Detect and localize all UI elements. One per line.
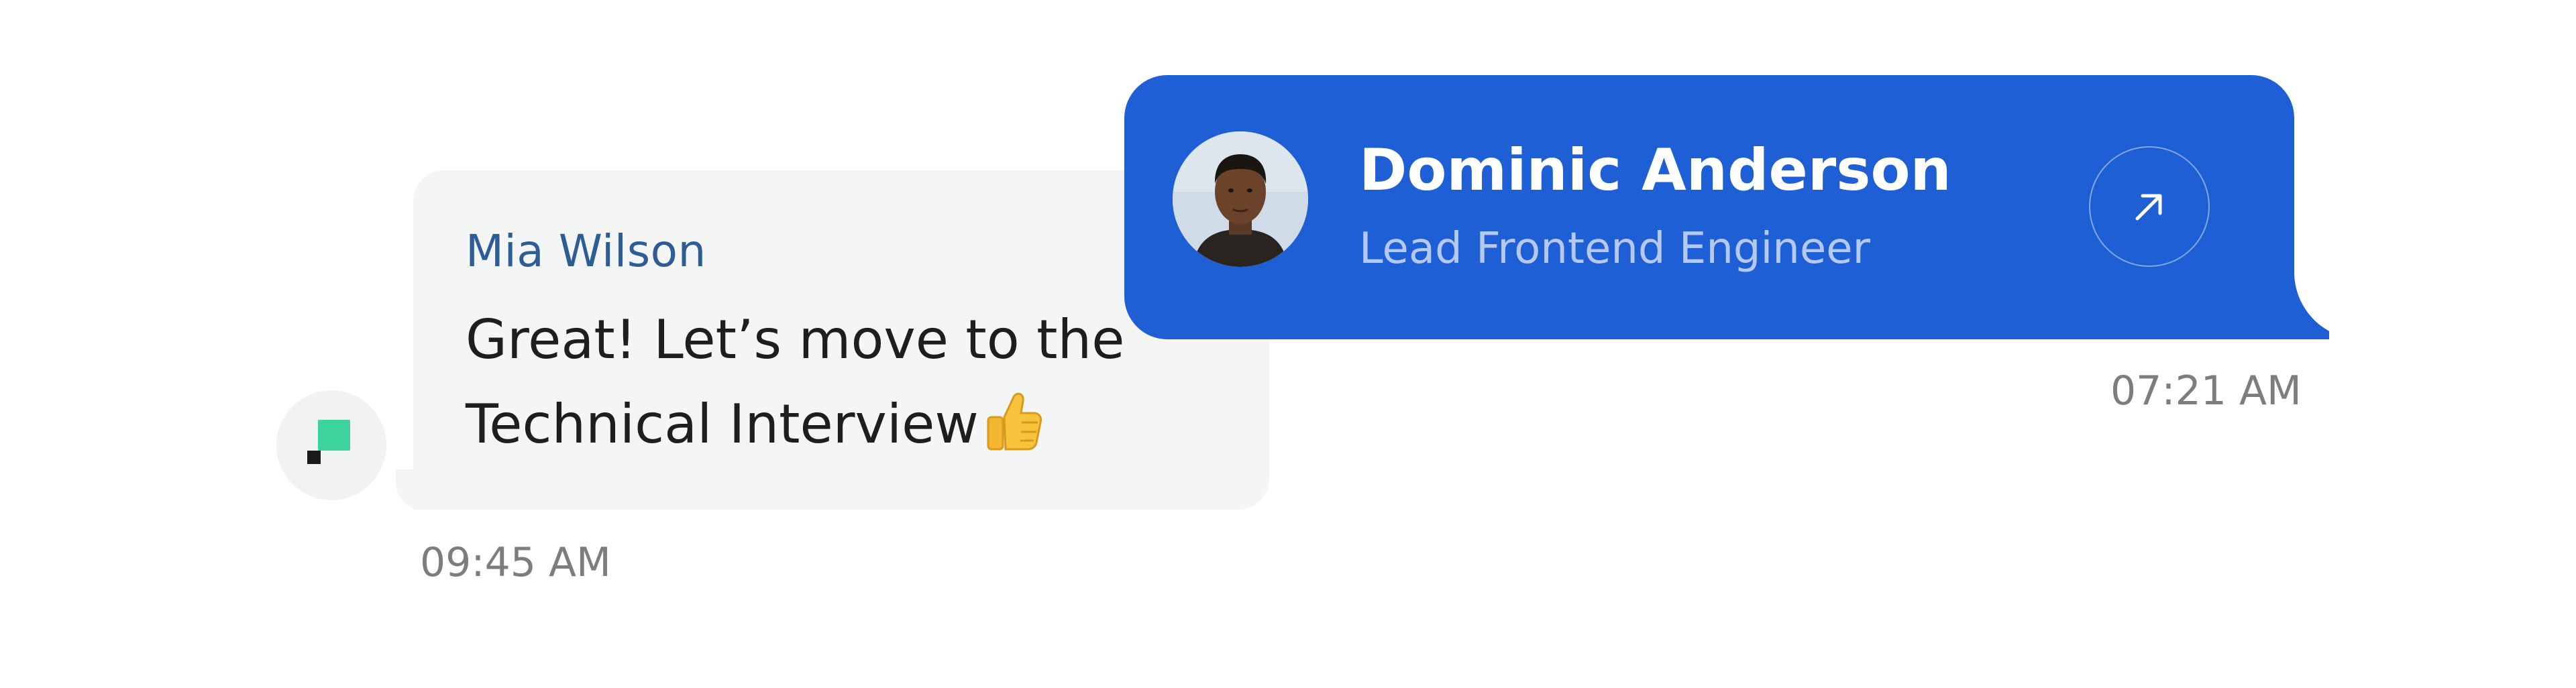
chat-thread: Mia Wilson Great! Let’s move to the Tech…: [0, 0, 2576, 688]
contact-avatar[interactable]: [1173, 131, 1308, 267]
contact-photo: [1173, 131, 1308, 267]
sender-avatar[interactable]: [276, 390, 386, 500]
company-logo-icon: [318, 420, 350, 451]
sender-name: Mia Wilson: [466, 225, 706, 277]
message-text: Great! Let’s move to the Technical Inter…: [466, 298, 1244, 467]
open-contact-button[interactable]: [2089, 146, 2210, 267]
incoming-timestamp: 09:45 AM: [420, 539, 611, 586]
contact-name: Dominic Anderson: [1359, 137, 1951, 204]
thumbs-up-icon: [987, 392, 1042, 451]
company-logo-dot: [307, 451, 321, 464]
message-text-line-2: Technical Interview: [466, 382, 1244, 467]
contact-role: Lead Frontend Engineer: [1359, 224, 1870, 274]
arrow-up-right-icon: [2135, 194, 2162, 221]
message-text-line-2-text: Technical Interview: [466, 393, 979, 455]
outgoing-timestamp: 07:21 AM: [2110, 367, 2302, 414]
